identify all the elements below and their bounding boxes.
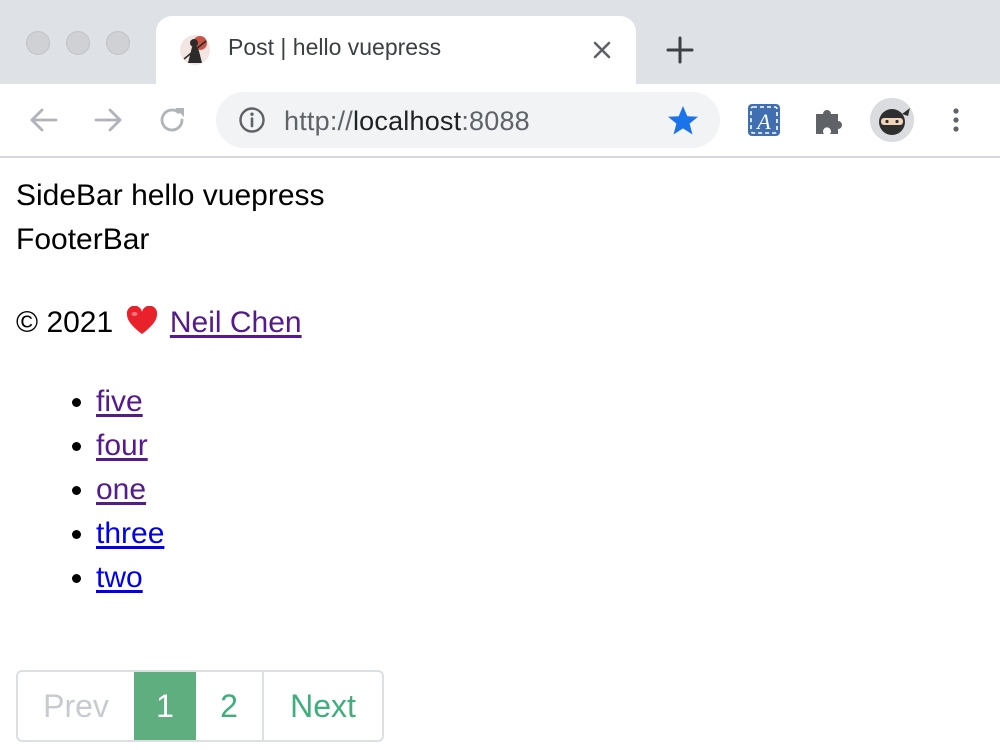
footerbar-text: FooterBar bbox=[16, 223, 150, 256]
maximize-window-button[interactable] bbox=[106, 31, 130, 55]
url-scheme: http:// bbox=[284, 106, 353, 136]
url-text[interactable]: http://localhost:8088 bbox=[284, 106, 530, 137]
address-bar[interactable]: http://localhost:8088 bbox=[216, 92, 720, 148]
tag-link-four[interactable]: four bbox=[96, 429, 148, 462]
close-tab-icon[interactable] bbox=[588, 36, 616, 64]
site-info-icon[interactable] bbox=[238, 106, 266, 134]
reload-icon[interactable] bbox=[156, 104, 188, 136]
list-item: four bbox=[96, 424, 164, 468]
ninja-favicon-icon bbox=[180, 35, 210, 65]
heart-icon bbox=[126, 306, 157, 334]
tag-link-one[interactable]: one bbox=[96, 473, 146, 506]
list-item: five bbox=[96, 380, 164, 424]
close-window-button[interactable] bbox=[26, 31, 50, 55]
copyright-text: © 2021 bbox=[16, 306, 114, 339]
sidebar-text: SideBar hello vuepress bbox=[16, 179, 325, 212]
list-item: one bbox=[96, 468, 164, 512]
author-link[interactable]: Neil Chen bbox=[170, 306, 302, 339]
back-arrow-icon[interactable] bbox=[28, 104, 60, 136]
profile-avatar[interactable] bbox=[870, 98, 914, 142]
list-item: three bbox=[96, 512, 164, 556]
prev-page-button[interactable]: Prev bbox=[18, 672, 134, 740]
tag-link-five[interactable]: five bbox=[96, 385, 143, 418]
page-1-button[interactable]: 1 bbox=[134, 672, 196, 740]
pagination: Prev 1 2 Next bbox=[16, 670, 384, 742]
page-2-button[interactable]: 2 bbox=[196, 672, 264, 740]
translate-extension-icon[interactable]: A bbox=[746, 102, 782, 138]
extensions-puzzle-icon[interactable] bbox=[810, 102, 846, 138]
bookmark-star-icon[interactable] bbox=[666, 104, 700, 138]
svg-text:A: A bbox=[755, 109, 771, 134]
next-page-button[interactable]: Next bbox=[264, 672, 382, 740]
forward-arrow-icon[interactable] bbox=[92, 104, 124, 136]
ninja-avatar-icon bbox=[870, 98, 914, 142]
minimize-window-button[interactable] bbox=[66, 31, 90, 55]
copyright-line: © 2021 Neil Chen bbox=[16, 301, 302, 345]
tag-list: five four one three two bbox=[16, 380, 164, 600]
active-tab[interactable]: Post | hello vuepress bbox=[156, 16, 636, 84]
tag-link-three[interactable]: three bbox=[96, 517, 164, 550]
tag-link-two[interactable]: two bbox=[96, 561, 143, 594]
url-port: :8088 bbox=[461, 106, 530, 136]
browser-toolbar: http://localhost:8088 A bbox=[0, 84, 1000, 158]
new-tab-icon[interactable] bbox=[664, 34, 696, 66]
url-host: localhost bbox=[352, 106, 462, 136]
list-item: two bbox=[96, 556, 164, 600]
tab-title: Post | hello vuepress bbox=[228, 34, 442, 60]
browser-tab-strip: Post | hello vuepress bbox=[0, 0, 1000, 84]
more-menu-icon[interactable] bbox=[944, 104, 968, 136]
